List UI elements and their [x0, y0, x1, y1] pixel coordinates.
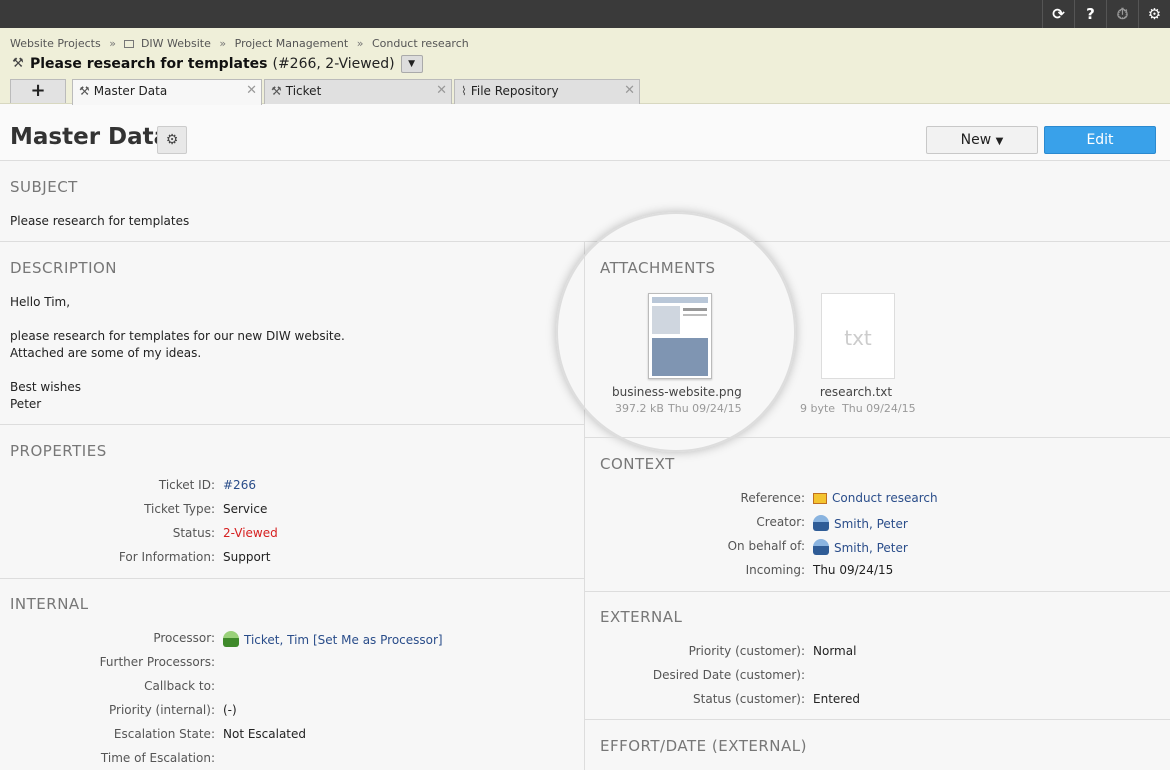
properties-heading: PROPERTIES: [10, 442, 107, 460]
internal-heading: INTERNAL: [10, 595, 89, 613]
new-button-label: New: [960, 132, 992, 148]
processor-value: Ticket, Tim [Set Me as Processor]: [223, 631, 443, 647]
reference-link[interactable]: Conduct research: [813, 491, 938, 505]
paperclip-icon: ⌇: [461, 84, 467, 98]
edit-button[interactable]: Edit: [1044, 126, 1156, 154]
subject-heading: SUBJECT: [10, 178, 78, 196]
divider: [0, 578, 584, 579]
effort-date-heading: EFFORT/DATE (EXTERNAL): [600, 737, 807, 755]
breadcrumb-separator: »: [219, 37, 227, 50]
divider: [584, 719, 1170, 720]
title-menu-button[interactable]: ▼: [400, 55, 423, 73]
tool-icon: ⚒: [271, 84, 282, 98]
breadcrumb: Website Projects » DIW Website » Project…: [10, 37, 469, 50]
attachment-name[interactable]: research.txt: [800, 385, 912, 399]
chevron-down-icon: ▼: [995, 136, 1004, 147]
tab-file-repository[interactable]: ⌇ File Repository ✕: [454, 79, 640, 104]
top-bar-icons: ⟳ ? ⏱ ⚙: [1042, 0, 1170, 28]
processor-link[interactable]: Ticket, Tim: [244, 633, 309, 647]
file-type-icon: txt: [844, 326, 872, 350]
description-line: please research for templates for our ne…: [10, 329, 345, 343]
refresh-icon[interactable]: ⟳: [1042, 0, 1074, 28]
divider: [0, 424, 584, 425]
attachment-size: 9 byte: [800, 402, 836, 415]
close-icon[interactable]: ✕: [436, 83, 447, 98]
context-heading: CONTEXT: [600, 455, 675, 473]
timer-icon[interactable]: ⏱: [1106, 0, 1138, 28]
divider: [0, 241, 1170, 242]
user-icon: [813, 539, 829, 555]
divider: [584, 591, 1170, 592]
tab-ticket[interactable]: ⚒ Ticket ✕: [264, 79, 452, 104]
tab-label: Master Data: [93, 84, 168, 98]
user-icon: [223, 631, 239, 647]
help-icon[interactable]: ?: [1074, 0, 1106, 28]
main-content: Master Data ⚙ New ▼ Edit SUBJECT Please …: [0, 104, 1170, 770]
description-line: Peter: [10, 397, 42, 411]
breadcrumb-item-project-management[interactable]: Project Management: [235, 37, 349, 50]
description-heading: DESCRIPTION: [10, 259, 118, 277]
new-button[interactable]: New ▼: [926, 126, 1038, 154]
creator-link[interactable]: Smith, Peter: [813, 515, 908, 531]
ticket-id-link[interactable]: #266: [223, 478, 256, 492]
subject-text: Please research for templates: [10, 214, 190, 228]
settings-button[interactable]: ⚙: [157, 126, 187, 154]
top-bar: ⟳ ? ⏱ ⚙: [0, 0, 1170, 28]
description-line: Attached are some of my ideas.: [10, 346, 202, 360]
close-icon[interactable]: ✕: [246, 83, 257, 98]
gear-icon: ⚙: [165, 132, 179, 148]
attachment-thumbnail[interactable]: txt: [821, 293, 895, 379]
breadcrumb-item-website-projects[interactable]: Website Projects: [10, 37, 101, 50]
priority-customer-value: Normal: [813, 644, 857, 658]
description-line: Hello Tim,: [10, 295, 71, 309]
close-icon[interactable]: ✕: [624, 83, 635, 98]
object-title-meta: (#266, 2-Viewed): [272, 56, 395, 72]
status-customer-value: Entered: [813, 692, 860, 706]
add-tab-button[interactable]: +: [10, 79, 66, 103]
tab-master-data[interactable]: ⚒ Master Data ✕: [72, 79, 262, 105]
divider: [584, 437, 1170, 438]
chevron-down-icon: ▼: [408, 59, 416, 69]
tab-label: File Repository: [470, 84, 559, 98]
tab-label: Ticket: [285, 84, 322, 98]
folder-icon: [813, 493, 827, 504]
breadcrumb-separator: »: [356, 37, 364, 50]
on-behalf-of-link[interactable]: Smith, Peter: [813, 539, 908, 555]
page-title: Master Data: [10, 124, 170, 150]
object-title-row: ⚒ Please research for templates (#266, 2…: [10, 55, 423, 73]
folder-icon: [124, 40, 135, 48]
user-icon: [813, 515, 829, 531]
status-value: 2-Viewed: [223, 526, 278, 540]
breadcrumb-item-diw-website[interactable]: DIW Website: [141, 37, 211, 50]
external-heading: EXTERNAL: [600, 608, 683, 626]
tool-icon: ⚒: [12, 56, 24, 71]
priority-internal-value: (-): [223, 703, 237, 717]
page-header: Master Data ⚙ New ▼ Edit: [0, 104, 1170, 161]
tool-icon: ⚒: [79, 84, 90, 98]
set-me-as-processor-link[interactable]: [Set Me as Processor]: [313, 633, 443, 647]
description-line: Best wishes: [10, 380, 82, 394]
object-title: Please research for templates: [30, 56, 268, 72]
property-value: Support: [223, 550, 271, 564]
escalation-state-value: Not Escalated: [223, 727, 307, 741]
breadcrumb-item-conduct-research[interactable]: Conduct research: [372, 37, 469, 50]
gear-icon[interactable]: ⚙: [1138, 0, 1170, 28]
property-value: Service: [223, 502, 268, 516]
breadcrumb-separator: »: [109, 37, 116, 50]
attachment-date: Thu 09/24/15: [842, 402, 916, 415]
magnifier-highlight: [556, 212, 796, 452]
tab-bar: + ⚒ Master Data ✕ ⚒ Ticket ✕ ⌇ File Reposit…: [0, 79, 700, 105]
incoming-value: Thu 09/24/15: [813, 563, 894, 577]
